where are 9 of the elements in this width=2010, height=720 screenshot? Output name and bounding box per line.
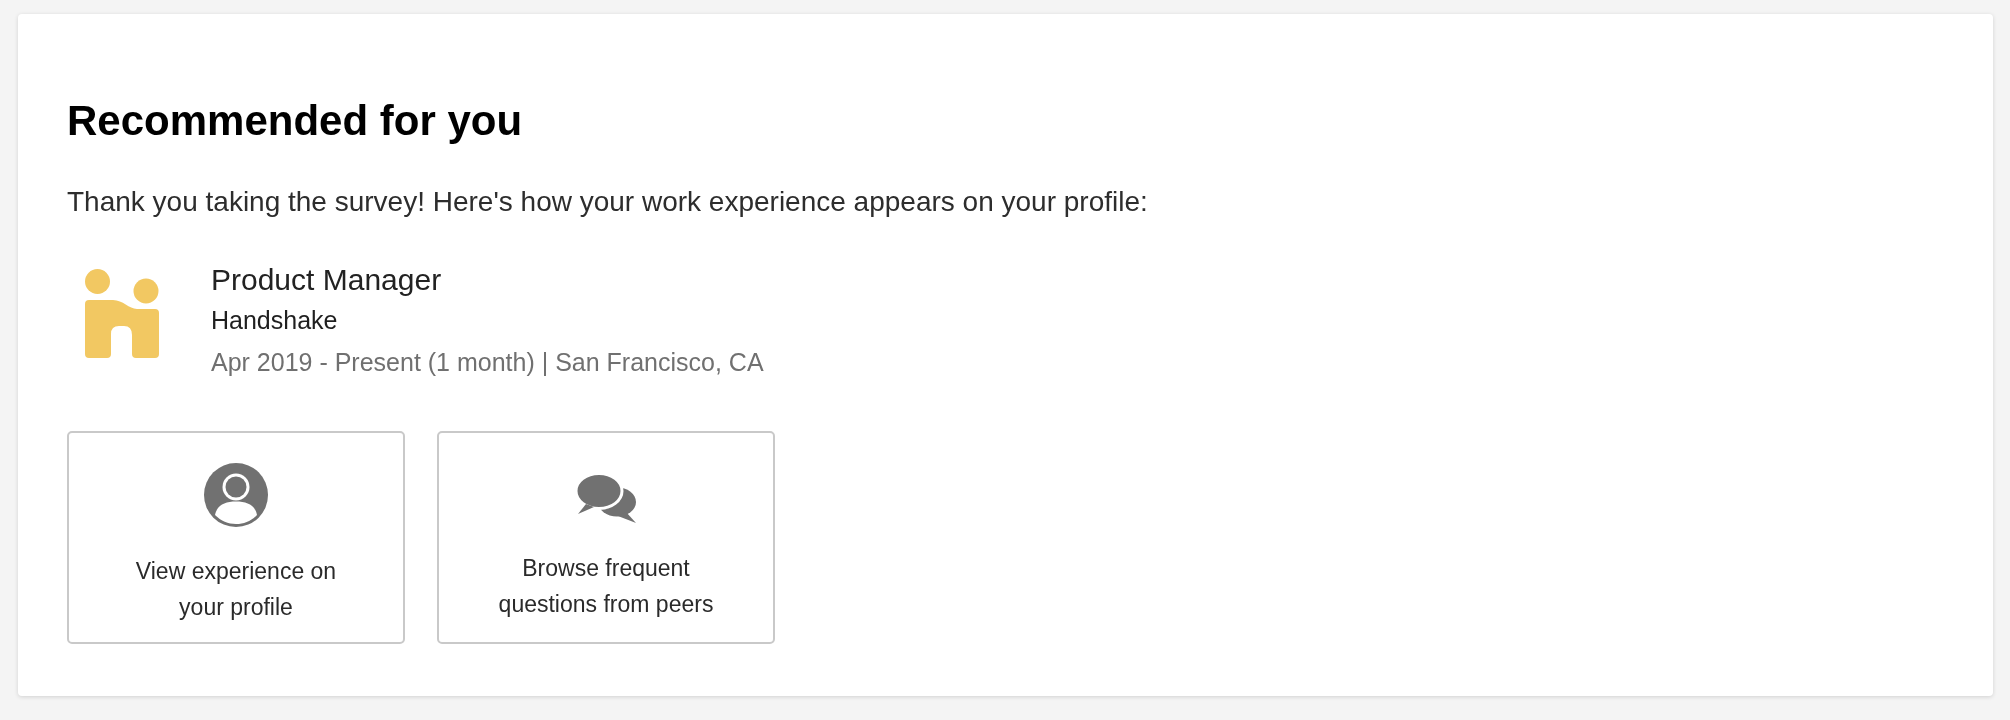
company-name: Handshake (211, 305, 339, 336)
job-title: Product Manager (211, 262, 443, 298)
user-icon (204, 463, 268, 527)
job-details: Apr 2019 - Present (1 month) | San Francisco, CA (211, 347, 764, 378)
thank-you-message: Thank you taking the survey! Here's how your work experience appears on your profile: (67, 185, 1149, 219)
browse-questions-button[interactable]: Browse frequent questions from peers (437, 431, 775, 644)
view-profile-button[interactable]: View experience on your profile (67, 431, 405, 644)
chat-bubbles-icon (574, 472, 638, 524)
section-title: Recommended for you (67, 96, 524, 146)
